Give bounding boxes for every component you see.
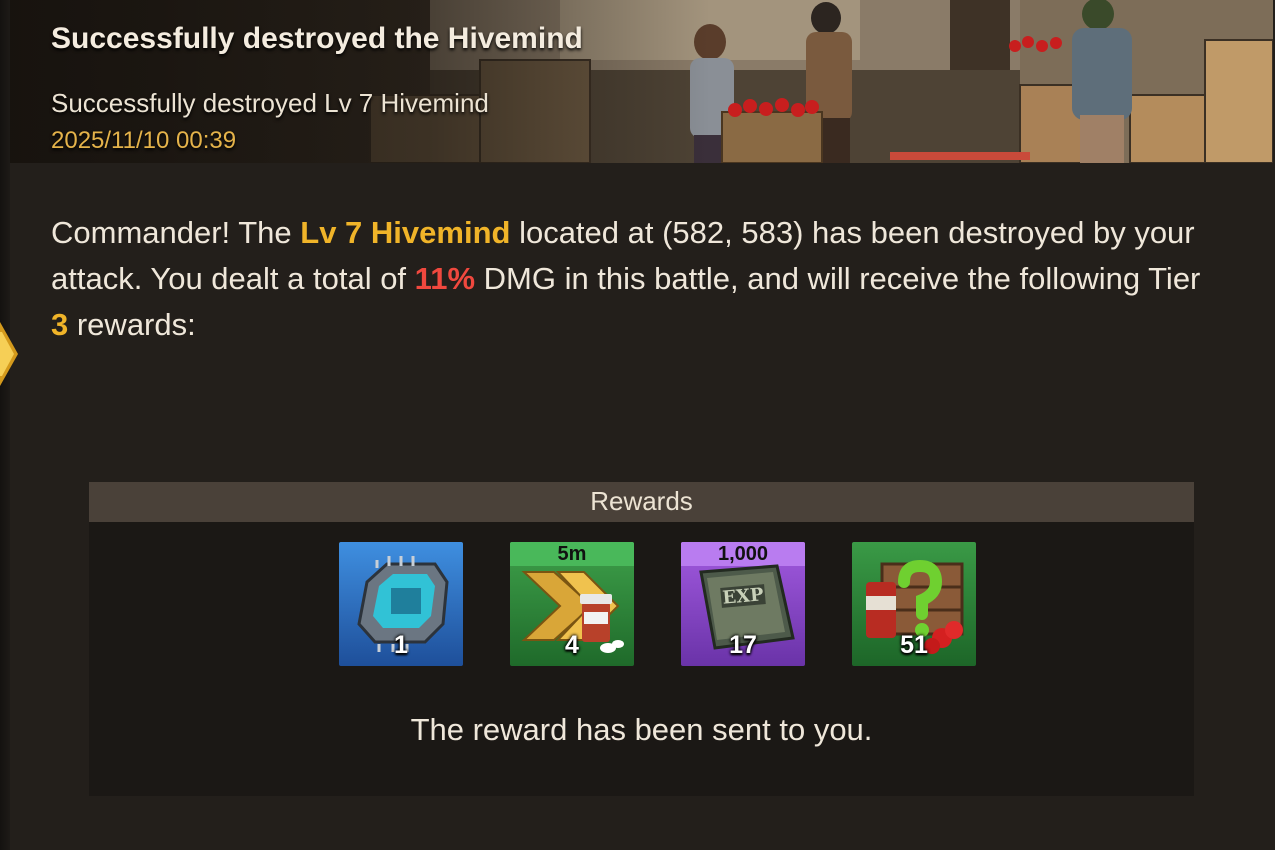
reward-amount-tag: 1,000 (717, 543, 769, 565)
reward-list: 1 5m 4 EXP 1,000 17 51 (339, 542, 979, 666)
reward-duration-tag: 5m (557, 543, 587, 565)
mail-subtitle: Successfully destroyed Lv 7 Hivemind (51, 88, 489, 118)
damage-percent: 11% (414, 261, 476, 296)
message-text: DMG in this battle, and will receive the… (475, 261, 1201, 296)
mail-banner: Successfully destroyed the Hivemind Succ… (10, 0, 1273, 163)
mail-title: Successfully destroyed the Hivemind (51, 22, 583, 55)
reward-item[interactable]: 1 (339, 542, 463, 666)
target-name: Lv 7 Hivemind (300, 215, 511, 250)
reward-sent-note: The reward has been sent to you. (410, 712, 873, 747)
message-text: rewards: (68, 307, 196, 342)
window-left-edge (0, 0, 10, 850)
reward-tier: 3 (51, 307, 69, 342)
side-expand-arrow-icon[interactable] (0, 318, 24, 390)
reward-item[interactable]: 51 (852, 542, 976, 666)
message-text: Commander! The (51, 215, 301, 250)
svg-text:EXP: EXP (722, 584, 765, 609)
rewards-header: Rewards (89, 482, 1194, 522)
reward-count: 51 (900, 631, 928, 659)
rewards-panel: Rewards 1 5m 4 EXP 1,000 17 51 The rewar… (89, 482, 1194, 796)
reward-count: 1 (394, 631, 408, 659)
reward-count: 4 (565, 631, 579, 659)
mail-timestamp: 2025/11/10 00:39 (51, 127, 237, 154)
reward-count: 17 (729, 631, 757, 659)
reward-item[interactable]: 5m 4 (510, 542, 634, 666)
reward-item[interactable]: EXP 1,000 17 (681, 542, 805, 666)
mail-body-text: Commander! The Lv 7 Hivemind located at … (51, 210, 1211, 348)
